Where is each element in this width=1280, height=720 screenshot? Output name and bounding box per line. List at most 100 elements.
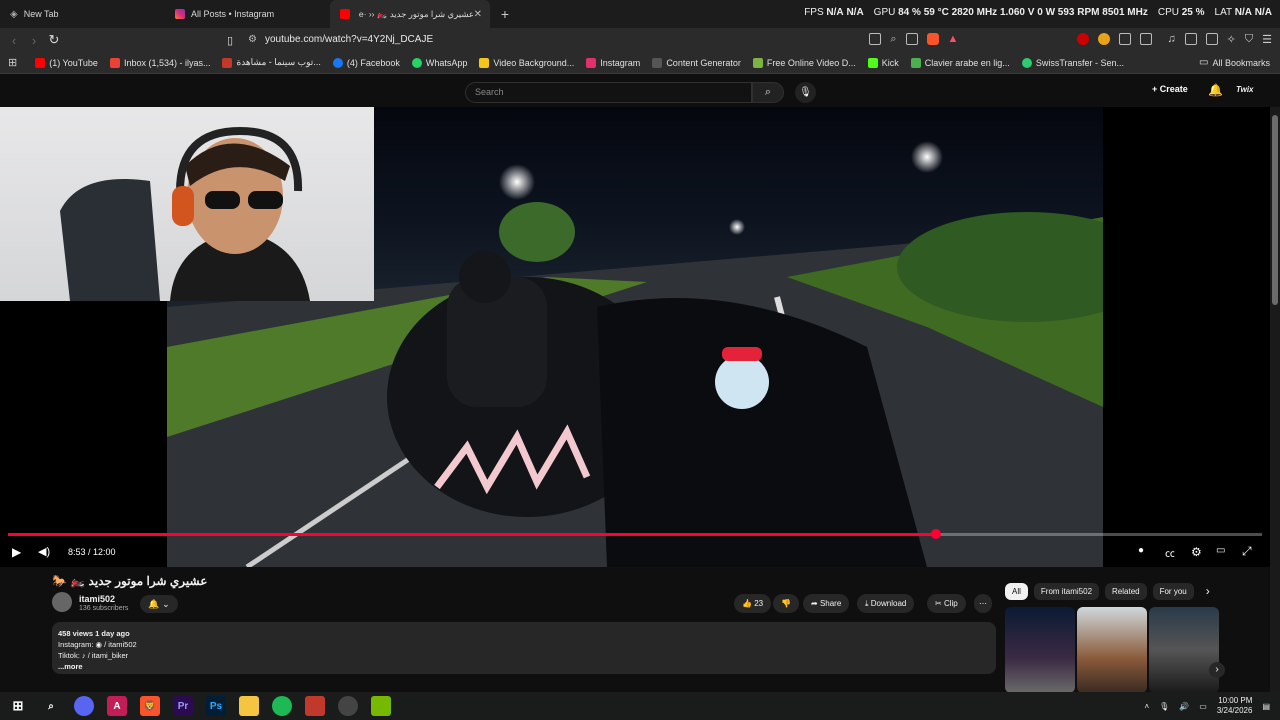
chevron-right-icon[interactable]: ›	[1206, 583, 1210, 600]
progress-scrubber[interactable]	[930, 529, 941, 539]
windows-start-icon[interactable]: ⊞	[8, 696, 28, 716]
progress-bar[interactable]	[8, 529, 1262, 539]
media-icon[interactable]: ♫	[1167, 33, 1175, 46]
new-tab-button[interactable]: +	[494, 6, 516, 22]
bookmark-gmail[interactable]: Inbox (1,534) - ilyas...	[109, 57, 210, 68]
bookmark-free-video[interactable]: Free Online Video D...	[752, 57, 856, 68]
bookmark-content-generator[interactable]: Content Generator	[652, 57, 741, 68]
back-icon[interactable]: ‹	[4, 33, 24, 48]
related-video-thumbnail[interactable]	[1149, 607, 1219, 693]
chevron-right-icon[interactable]: ›	[1209, 662, 1225, 678]
network-icon[interactable]: ▭	[1199, 702, 1207, 711]
voice-search-button[interactable]: 🎙	[795, 82, 816, 103]
search-icon[interactable]: ⌕	[41, 696, 61, 716]
search-input[interactable]: Search	[465, 82, 752, 103]
vpn-icon[interactable]: ⛉	[1245, 33, 1253, 46]
share-page-icon[interactable]	[905, 33, 918, 45]
bookmark-page-icon[interactable]: ▯	[220, 34, 240, 47]
url-field[interactable]: ⚙ youtube.com/watch?v=4Y2Nj_DCAJE	[248, 28, 433, 52]
extension-icon-1[interactable]	[1077, 33, 1090, 45]
bookmark-whatsapp[interactable]: WhatsApp	[411, 57, 467, 68]
site-info-icon[interactable]: ⚙	[248, 28, 257, 52]
clock[interactable]: 10:00 PM 3/24/2026	[1217, 696, 1253, 716]
related-video-thumbnail[interactable]	[1077, 607, 1147, 693]
bookmark-facebook[interactable]: (4) Facebook	[332, 57, 400, 68]
menu-icon[interactable]: ☰	[1262, 33, 1272, 46]
clip-button[interactable]: ✂ Clip	[927, 594, 966, 613]
theater-mode-icon[interactable]: ▭	[1216, 545, 1225, 556]
screenshot-icon[interactable]	[1140, 33, 1153, 45]
channel-name[interactable]: itami502	[79, 594, 115, 604]
chip-related[interactable]: Related	[1105, 583, 1147, 600]
instagram-link[interactable]: Instagram: ◉ / itami502	[58, 639, 990, 650]
video-editor-icon[interactable]	[305, 696, 325, 716]
share-button[interactable]: ➦ Share	[803, 594, 850, 613]
autoplay-toggle-icon[interactable]: ●	[1138, 545, 1144, 556]
file-explorer-icon[interactable]	[239, 696, 259, 716]
nvidia-icon[interactable]	[371, 696, 391, 716]
wallet-icon[interactable]	[1205, 33, 1218, 45]
page-scrollbar[interactable]	[1270, 107, 1280, 692]
captions-icon[interactable]: ㏄	[1165, 545, 1175, 560]
tab-title: New Tab	[23, 9, 59, 19]
apps-grid-icon[interactable]: ⊞	[8, 56, 17, 69]
sidebar-icon[interactable]	[1184, 33, 1197, 45]
like-button[interactable]: 👍 23	[734, 594, 772, 613]
cast-icon[interactable]	[869, 33, 882, 45]
bookmark-video-background[interactable]: Video Background...	[479, 57, 574, 68]
settings-gear-icon[interactable]: ⚙	[1191, 545, 1202, 559]
bookmark-clavier[interactable]: Clavier arabe en lig...	[910, 57, 1010, 68]
affinity-icon[interactable]: A	[107, 696, 127, 716]
close-tab-icon[interactable]: ✕	[474, 9, 482, 20]
all-bookmarks-button[interactable]: ▭ All Bookmarks	[1199, 57, 1270, 68]
description-box[interactable]: 458 views 1 day ago Instagram: ◉ / itami…	[52, 622, 996, 674]
tiktok-link[interactable]: Tiktok: ♪ / itami_biker	[58, 650, 990, 661]
extensions-icon[interactable]	[1119, 33, 1132, 45]
premiere-icon[interactable]: Pr	[173, 696, 193, 716]
scrollbar-thumb[interactable]	[1272, 115, 1278, 305]
discord-icon[interactable]	[74, 696, 94, 716]
volume-icon[interactable]: ◀)	[38, 545, 50, 558]
bookmark-topcinema[interactable]: توب سينما - مشاهدة...	[222, 57, 321, 68]
speaker-icon[interactable]: 🔊	[1179, 702, 1189, 711]
fullscreen-icon[interactable]: ⤢	[1242, 544, 1252, 559]
leo-ai-icon[interactable]: ✧	[1227, 33, 1236, 46]
reload-icon[interactable]: ↻	[44, 32, 64, 48]
search-button[interactable]: ⌕	[752, 82, 784, 103]
bookmark-youtube[interactable]: (1) YouTube	[35, 57, 98, 68]
microphone-icon[interactable]: 🎙	[1159, 702, 1169, 711]
brave-shield-icon[interactable]	[926, 33, 939, 45]
brave-icon[interactable]: 🦁	[140, 696, 160, 716]
chip-from-channel[interactable]: From itami502	[1033, 583, 1100, 600]
channel-avatar[interactable]	[52, 592, 72, 612]
video-player[interactable]: ▶ ◀) 8:53 / 12:00 ● ㏄ ⚙ ▭ ⤢	[0, 107, 1270, 567]
bookmark-instagram[interactable]: Instagram	[586, 57, 640, 68]
extension-icon-2[interactable]	[1098, 33, 1111, 45]
app-icon[interactable]	[338, 696, 358, 716]
photoshop-icon[interactable]: Ps	[206, 696, 226, 716]
download-button[interactable]: ⤓ Download	[857, 594, 915, 613]
play-icon[interactable]: ▶	[12, 545, 21, 559]
tab-youtube-active[interactable]: عشيري شرا موتور جديد 🏍️ ‹‹ ·e ✕	[330, 0, 490, 28]
more-link[interactable]: ...more	[58, 661, 990, 672]
dislike-button[interactable]: 👎	[773, 594, 799, 613]
spotify-icon[interactable]	[272, 696, 292, 716]
bookmark-swisstransfer[interactable]: SwissTransfer - Sen...	[1021, 57, 1124, 68]
zoom-icon[interactable]: ⌕	[890, 33, 896, 46]
brave-rewards-icon[interactable]: ▲	[948, 33, 959, 46]
create-button[interactable]: + Create	[1152, 84, 1188, 94]
notifications-bell-icon[interactable]: 🔔	[1208, 83, 1223, 97]
tab-new-tab[interactable]: ◈ New Tab	[0, 0, 165, 28]
notification-bell-button[interactable]: 🔔 ⌄	[140, 595, 178, 613]
tab-instagram[interactable]: All Posts • Instagram	[165, 0, 325, 28]
related-video-thumbnail[interactable]	[1005, 607, 1075, 693]
forward-icon[interactable]: ›	[24, 33, 44, 48]
notification-center-icon[interactable]: ▤	[1262, 702, 1270, 711]
chip-for-you[interactable]: For you	[1152, 583, 1194, 600]
account-avatar[interactable]: Twix	[1236, 85, 1253, 94]
chip-all[interactable]: All	[1005, 583, 1028, 600]
bookmark-kick[interactable]: Kick	[867, 57, 899, 68]
subscriber-count: 136 subscribers	[79, 605, 129, 612]
more-actions-button[interactable]: ⋯	[974, 594, 992, 613]
tray-chevron-icon[interactable]: ˄	[1144, 702, 1149, 711]
